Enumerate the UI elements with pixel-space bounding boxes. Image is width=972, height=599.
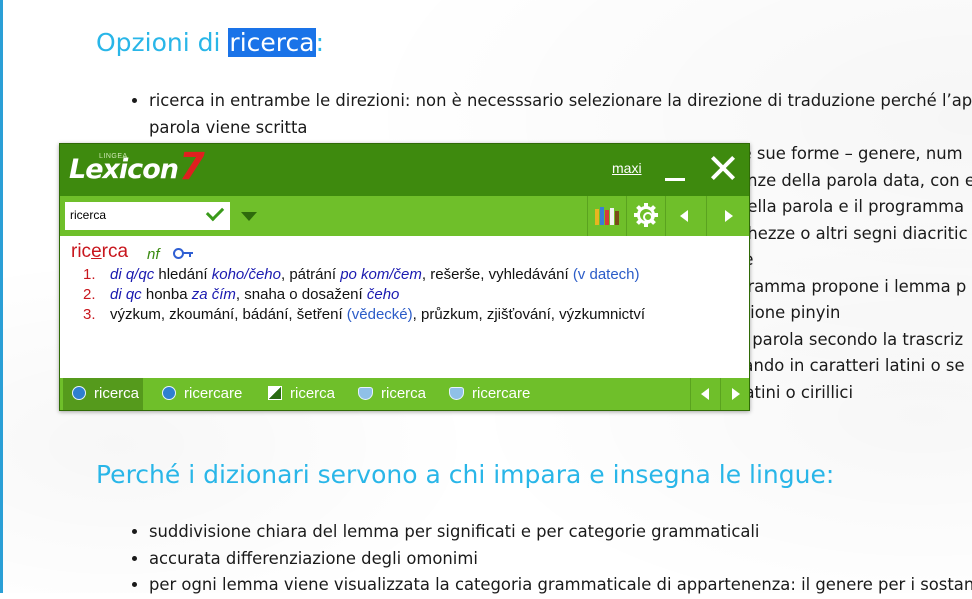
close-icon[interactable]: [710, 155, 736, 181]
list-item-continued: tando in caratteri latini o se: [737, 356, 965, 375]
next-button[interactable]: [706, 196, 750, 236]
lexicon-logo: LINGEA Lexicon7: [69, 145, 205, 188]
list-item: accurata differenziazione degli omonimi: [149, 546, 972, 573]
dictionary-entry: ricerca nf 1. di q/qc hledání koho/čeho, …: [60, 236, 749, 378]
settings-button[interactable]: [626, 196, 665, 236]
history-item[interactable]: ricerca: [358, 378, 426, 410]
logo-sub: LINGEA: [99, 153, 128, 160]
checkmark-icon[interactable]: [205, 202, 225, 222]
benefits-list: suddivisione chiara del lemma per signif…: [130, 519, 972, 599]
list-item-continued: della parola e il programma: [737, 197, 965, 216]
chevron-right-icon: [725, 210, 733, 222]
list-item: gramma propone i lemma p: [737, 274, 972, 301]
history-bar: ricerca ricercare ricerca ricerca ricerc…: [60, 378, 749, 410]
chevron-right-icon: [732, 388, 740, 400]
globe-icon: [162, 386, 176, 400]
sense-number: 1.: [83, 266, 96, 283]
popup-titlebar[interactable]: LINGEA Lexicon7 maxi: [60, 144, 749, 196]
part-of-speech: nf: [147, 246, 160, 263]
heading-prefix: Opzioni di: [96, 28, 229, 57]
search-box: [65, 202, 230, 230]
senses-list: 1. di q/qc hledání koho/čeho, pátrání po …: [83, 265, 645, 325]
why-dictionaries-heading: Perché i dizionari servono a chi impara …: [96, 460, 835, 489]
chevron-left-icon: [680, 210, 688, 222]
maxi-button[interactable]: maxi: [612, 160, 642, 176]
history-item[interactable]: ricerca: [63, 378, 144, 410]
list-item: le sue forme – genere, num: [737, 141, 972, 168]
globe-icon: [72, 386, 86, 400]
gear-icon: [634, 203, 658, 227]
stress-mark: e: [91, 241, 102, 262]
list-item: per ogni lemma viene visualizzata la cat…: [149, 572, 972, 599]
history-item[interactable]: ricerca: [268, 378, 335, 410]
list-item-continued: izione pinyin: [737, 303, 841, 322]
flag-icon: [268, 386, 282, 400]
globe-icon: [358, 387, 373, 400]
previous-button[interactable]: [665, 196, 706, 236]
list-item: suddivisione chiara del lemma per signif…: [149, 519, 972, 546]
headword: ricerca: [71, 241, 129, 262]
heading-suffix: :: [315, 28, 325, 57]
sense-1: 1. di q/qc hledání koho/čeho, pátrání po …: [83, 266, 640, 283]
list-item: ghezze o altri segni diacritic: [737, 221, 972, 248]
lexicon-popup-window: LINGEA Lexicon7 maxi ricerca ricerca nf …: [59, 143, 750, 411]
list-item-continued: parola viene scritta: [149, 117, 308, 137]
popup-toolbar: [60, 196, 749, 236]
history-item[interactable]: ricercare: [449, 378, 530, 410]
sense-number: 3.: [83, 306, 96, 323]
search-input[interactable]: [68, 206, 200, 224]
list-item: a parola secondo la trascriz: [737, 327, 972, 354]
history-item[interactable]: ricercare: [162, 378, 242, 410]
sense-3: 3. výzkum, zkoumání, bádání, šetření (věd…: [83, 306, 645, 323]
globe-icon: [449, 387, 464, 400]
logo-number: 7: [178, 145, 205, 188]
minimize-icon[interactable]: [665, 178, 685, 181]
history-next-button[interactable]: [720, 378, 750, 410]
dropdown-arrow-icon[interactable]: [241, 212, 257, 221]
sense-number: 2.: [83, 286, 96, 303]
books-icon: [588, 196, 626, 236]
list-item-continued: re: [737, 247, 972, 274]
list-item: enze della parola data, con e: [737, 168, 972, 195]
list-item: ricerca in entrambe le direzioni: non è …: [149, 88, 972, 115]
selected-word-highlight[interactable]: ricerca: [228, 28, 316, 57]
history-prev-button[interactable]: [690, 378, 720, 410]
dictionary-select-button[interactable]: [587, 196, 626, 236]
chevron-left-icon: [701, 388, 709, 400]
sense-2: 2. di qc honba za čím, snaha o dosažení č…: [83, 286, 400, 303]
options-heading: Opzioni di ricerca:: [96, 28, 324, 57]
key-icon[interactable]: [173, 246, 193, 259]
